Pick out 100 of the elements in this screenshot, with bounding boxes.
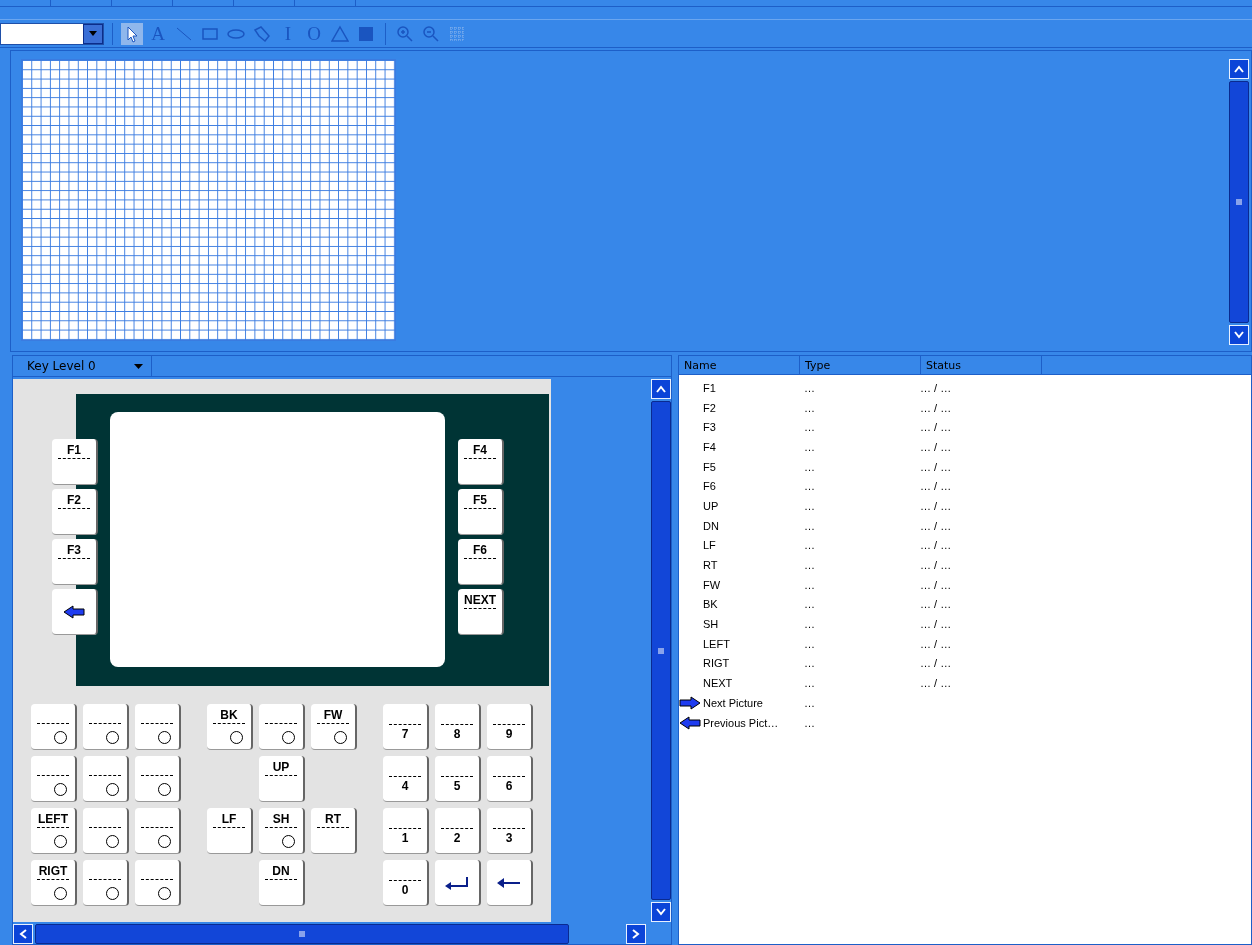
keypad-key[interactable]: 6 [487,756,533,802]
key-level-dropdown[interactable]: Key Level 0 [13,356,152,376]
status-cell-text: … / … [920,421,953,434]
type-cell-text: … [804,421,816,434]
left-chevron-icon [19,929,27,939]
status-cell-text: … / … [920,440,953,453]
type-cell-text: … [804,480,816,493]
type-cell-text: … [804,598,816,611]
name-cell-text: FW [703,578,722,591]
status-cell-text: … / … [920,499,953,512]
name-cell-text: Next Picture [703,696,764,709]
keypad-key[interactable]: 0 [383,860,429,906]
type-cell-text: … [804,696,816,709]
keypad-key[interactable]: F3 [52,539,98,585]
triangle-icon [331,24,349,43]
grid-icon [448,24,466,43]
column-header[interactable]: Type [800,356,921,374]
type-cell-text: … [804,578,816,591]
scroll-left-button[interactable] [13,924,33,944]
status-cell-text: … / … [920,381,953,394]
name-cell-text: UP [703,499,720,512]
keypad-key[interactable]: NEXT [458,589,504,635]
keypad-key[interactable]: F1 [52,439,98,485]
keypad-key[interactable] [135,704,181,750]
keypad-key[interactable]: LEFT [31,808,77,854]
keypad-key[interactable] [135,808,181,854]
name-cell-text: F4 [703,440,717,453]
type-cell-text: … [804,460,816,473]
keypad-key[interactable]: DN [259,860,305,906]
scroll-right-button[interactable] [626,924,646,944]
keypad-key[interactable]: SH [259,808,305,854]
keypad-key[interactable]: FW [311,704,357,750]
dropdown-caret-icon [134,363,143,369]
type-cell-text: … [804,519,816,532]
keypad-key[interactable] [83,704,129,750]
keypad-key[interactable]: 2 [435,808,481,854]
right-arrow-icon [679,695,701,710]
name-cell-text: RT [703,559,719,572]
scroll-up-button[interactable] [651,379,671,399]
combo-box[interactable] [0,22,104,45]
type-cell-text: … [804,499,816,512]
status-cell-text: … / … [920,598,953,611]
column-header[interactable]: Status [921,356,1042,374]
scroll-thumb[interactable] [1229,81,1249,324]
tool-button[interactable] [121,22,143,45]
keypad-key[interactable]: F2 [52,489,98,535]
keypad-key[interactable]: F5 [458,489,504,535]
scroll-thumb[interactable] [651,401,671,900]
backspace-icon [496,876,522,889]
name-cell-text: BK [703,598,719,611]
column-header[interactable]: Name [679,356,800,374]
type-cell-text: … [804,637,816,650]
keypad-key[interactable] [31,756,77,802]
zoom-in-icon [396,24,414,43]
status-cell-text: … / … [920,657,953,670]
keypad-key[interactable]: F6 [458,539,504,585]
keypad-key[interactable]: 5 [435,756,481,802]
dropdown-caret-icon [89,31,97,37]
name-cell-text: SH [703,618,720,631]
type-cell-text: … [804,381,816,394]
status-cell-text: … / … [920,401,953,414]
scroll-up-button[interactable] [1229,59,1249,80]
keypad-key[interactable]: F4 [458,439,504,485]
status-cell-text: … / … [920,539,953,552]
name-cell-text: LF [703,539,717,552]
keypad-key[interactable]: 4 [383,756,429,802]
keypad-key[interactable] [83,808,129,854]
status-cell-text: … / … [920,637,953,650]
up-chevron-icon [1234,65,1244,74]
keypad-key[interactable]: 9 [487,704,533,750]
keypad-key[interactable]: 3 [487,808,533,854]
left-arrow-icon [63,604,85,619]
scroll-thumb[interactable] [35,924,569,944]
keypad-key[interactable]: 8 [435,704,481,750]
type-cell-text: … [804,618,816,631]
keypad-key[interactable]: 1 [383,808,429,854]
polygon-icon [253,24,271,43]
backspace-key[interactable] [487,860,533,906]
scroll-down-button[interactable] [651,902,671,922]
type-cell-text: … [804,716,816,729]
keypad-key[interactable] [83,860,129,906]
status-cell-text: … / … [920,460,953,473]
keypad-key[interactable]: 7 [383,704,429,750]
scroll-down-button[interactable] [1229,325,1249,346]
name-cell-text: F2 [703,401,717,414]
keypad-key[interactable]: LF [207,808,253,854]
keypad-key[interactable]: UP [259,756,305,802]
back-key[interactable] [52,589,98,635]
keypad-key[interactable] [135,756,181,802]
keypad-key[interactable]: RIGT [31,860,77,906]
keypad-key[interactable] [135,860,181,906]
down-chevron-icon [656,908,666,916]
status-cell-text: … / … [920,559,953,572]
enter-key[interactable] [435,860,481,906]
keypad-key[interactable]: RT [311,808,357,854]
status-cell-text: … / … [920,519,953,532]
keypad-key[interactable] [83,756,129,802]
keypad-key[interactable] [259,704,305,750]
keypad-key[interactable] [31,704,77,750]
keypad-key[interactable]: BK [207,704,253,750]
